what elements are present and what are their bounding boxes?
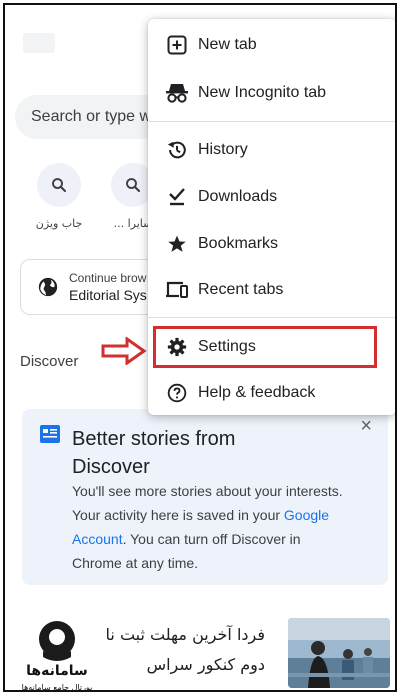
menu-item-new-incognito-tab[interactable]: New Incognito tab: [148, 71, 395, 115]
promo-body: You'll see more stories about your inter…: [72, 479, 348, 575]
menu-item-label: Downloads: [198, 188, 278, 205]
shortcut-label: جاب ویژن: [35, 217, 83, 230]
menu-item-label: Bookmarks: [198, 235, 279, 252]
tab-switcher-placeholder[interactable]: [23, 33, 55, 53]
settings-highlight-box: [153, 326, 377, 368]
menu-item-label: New Incognito tab: [198, 84, 327, 101]
new-tab-icon: [164, 32, 190, 58]
menu-item-label: Help & feedback: [198, 384, 316, 401]
svg-text:پورتال جامع سامانه‌ها: پورتال جامع سامانه‌ها: [22, 683, 93, 692]
continue-card-subtitle: Continue brow: [69, 271, 147, 285]
svg-text:سامانه‌ها: سامانه‌ها: [26, 663, 88, 679]
devices-icon: [164, 277, 190, 303]
menu-item-label: New tab: [198, 36, 257, 53]
globe-icon: [37, 276, 59, 298]
shortcut-tile[interactable]: جاب ویژن: [23, 163, 95, 230]
news-thumbnail[interactable]: [288, 618, 390, 688]
menu-item-history[interactable]: History: [148, 128, 395, 172]
close-icon[interactable]: ×: [360, 415, 372, 438]
continue-card-title: Editorial Sys: [69, 287, 147, 303]
menu-item-recent-tabs[interactable]: Recent tabs: [148, 268, 395, 312]
discover-promo-card: Better stories from Discover × You'll se…: [22, 409, 388, 585]
discover-heading: Discover: [20, 353, 79, 370]
help-icon: [164, 380, 190, 406]
article-icon: [40, 425, 60, 448]
menu-item-downloads[interactable]: Downloads: [148, 175, 395, 219]
menu-item-bookmarks[interactable]: Bookmarks: [148, 222, 395, 266]
history-icon: [164, 137, 190, 163]
menu-item-label: History: [198, 141, 248, 158]
pointer-arrow-icon: [101, 336, 147, 370]
menu-divider: [148, 317, 395, 318]
menu-divider: [148, 121, 395, 122]
downloads-icon: [164, 184, 190, 210]
search-placeholder: Search or type w: [31, 108, 152, 125]
incognito-icon: [164, 80, 190, 106]
star-icon: [164, 231, 190, 257]
watermark-logo: سامانه‌ها پورتال جامع سامانه‌ها: [13, 617, 103, 692]
search-icon: [37, 163, 81, 207]
menu-item-label: Recent tabs: [198, 281, 284, 298]
screenshot-frame: Search or type w جاب ویژن ... سایرا Cont…: [3, 3, 397, 692]
menu-item-new-tab[interactable]: New tab: [148, 23, 395, 67]
promo-title: Better stories from Discover: [72, 428, 236, 478]
menu-item-help-feedback[interactable]: Help & feedback: [148, 371, 395, 415]
